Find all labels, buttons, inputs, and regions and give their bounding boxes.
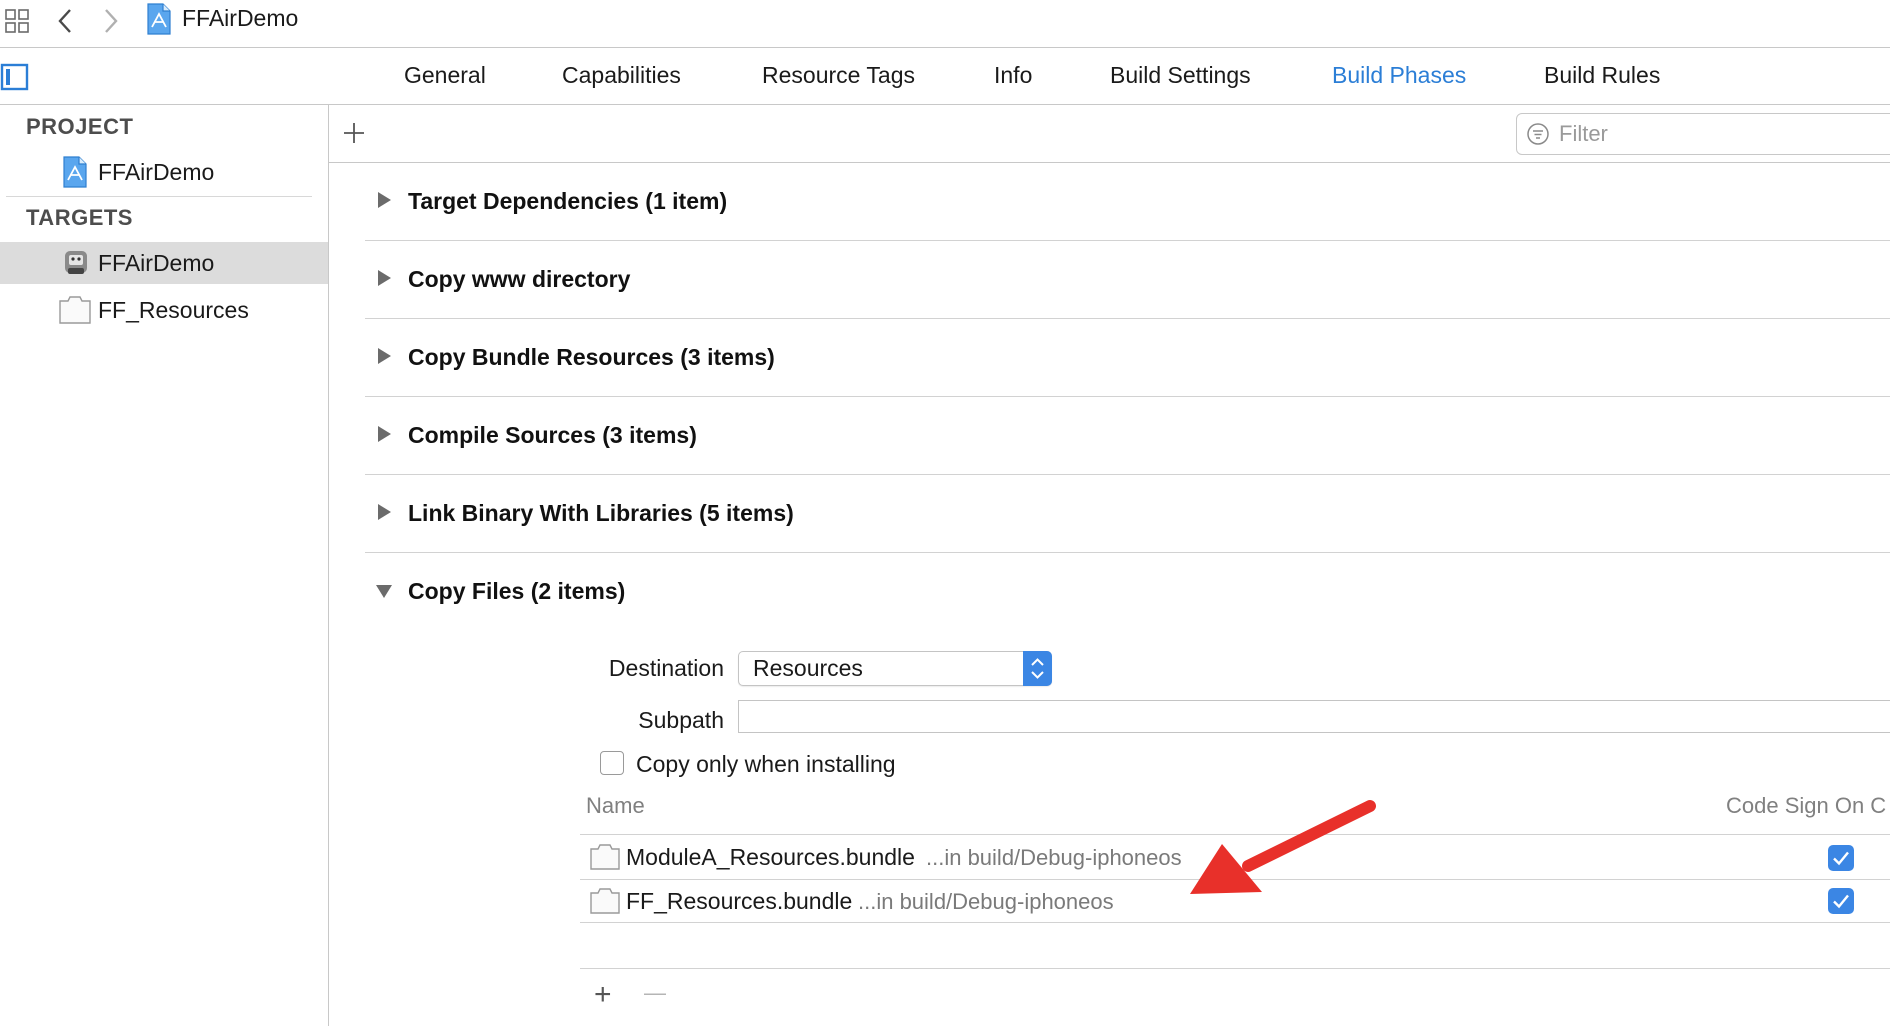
annotation-arrow-icon — [1190, 800, 1376, 894]
